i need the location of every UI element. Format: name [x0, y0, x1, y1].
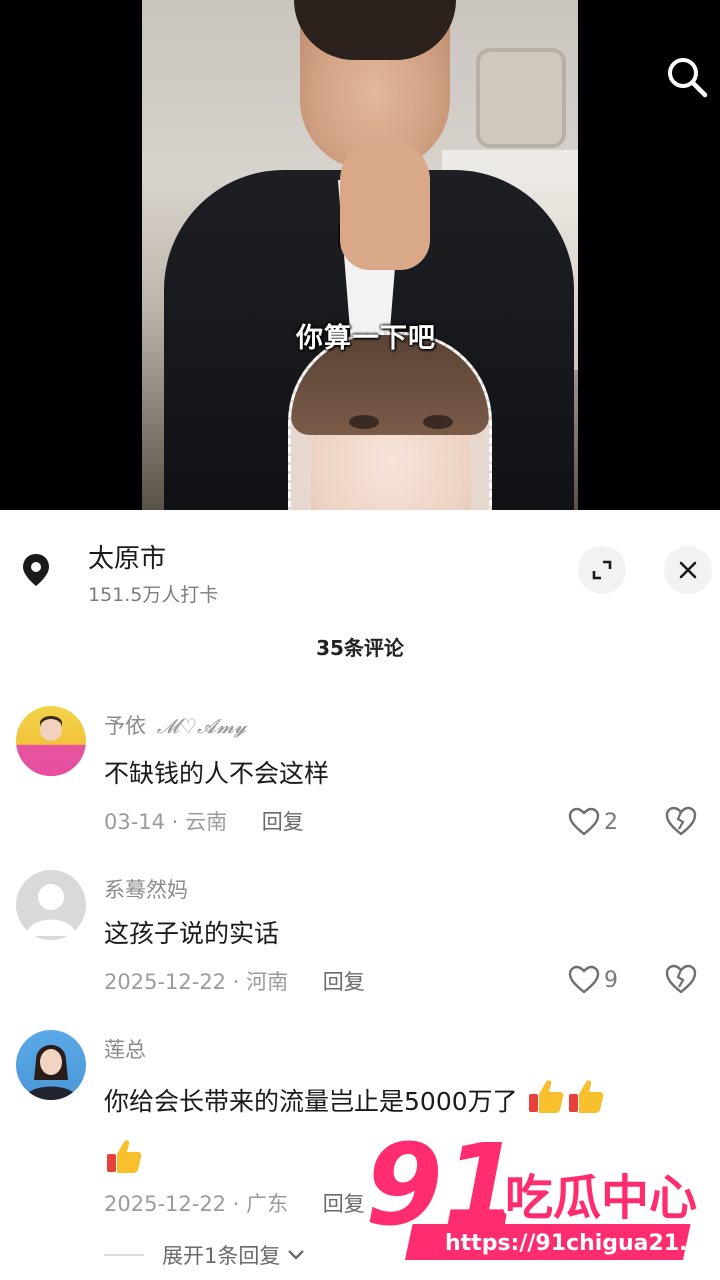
watermark-logo: 91 91 吃瓜中心 吃瓜中心 https://91chigua21.com — [360, 1116, 720, 1268]
broken-heart-icon — [665, 806, 697, 836]
thumbs-up-emoji — [104, 1136, 144, 1188]
comment-date: 2025-12-22 — [104, 1192, 227, 1216]
reply-button[interactable]: 回复 — [323, 1192, 365, 1216]
chevron-down-icon — [288, 1250, 305, 1260]
inset-left-eye — [349, 415, 379, 429]
thumbs-up-emoji — [566, 1076, 606, 1128]
comments-count: 35条评论 — [316, 636, 404, 660]
video-subtitle: 你算一下吧 — [296, 323, 436, 354]
like-button[interactable]: 9 — [568, 962, 628, 998]
location-checkin-count: 151.5万人打卡 — [88, 584, 219, 606]
like-count: 2 — [604, 809, 618, 835]
video-player[interactable]: 你算一下吧 — [0, 0, 720, 510]
person-hand — [340, 140, 430, 270]
reply-button[interactable]: 回复 — [262, 810, 304, 834]
avatar[interactable] — [16, 1030, 86, 1100]
comment-meta: 2025-12-22 · 河南 回复 — [104, 970, 365, 994]
comment-date: 03-14 — [104, 810, 166, 834]
comment-text-content: 你给会长带来的流量岂止是5000万了 — [104, 1087, 518, 1116]
search-icon[interactable] — [664, 54, 710, 100]
dislike-button[interactable] — [664, 963, 698, 997]
comment-meta: 03-14 · 云南 回复 — [104, 810, 304, 834]
location-pin-icon — [16, 550, 56, 590]
close-button[interactable] — [664, 546, 712, 594]
inset-right-eye — [423, 415, 453, 429]
comment-text: 不缺钱的人不会这样 — [104, 759, 330, 788]
heart-icon — [568, 807, 600, 836]
thumbs-up-emoji — [526, 1076, 566, 1128]
background-wall-panel — [476, 48, 566, 148]
video-frame — [142, 0, 578, 510]
comment-meta: 2025-12-22 · 广东 回复 — [104, 1192, 365, 1216]
broken-heart-icon — [665, 964, 697, 994]
reply-button[interactable]: 回复 — [323, 970, 365, 994]
expand-icon — [592, 560, 612, 580]
comment-author[interactable]: 系蓦然妈 — [104, 874, 188, 904]
heart-icon — [568, 965, 600, 994]
expand-button[interactable] — [578, 546, 626, 594]
divider — [104, 1254, 144, 1256]
inset-video-overlay — [288, 332, 492, 510]
comment-date: 2025-12-22 — [104, 970, 227, 994]
dislike-button[interactable] — [664, 805, 698, 839]
comment-author[interactable]: 莲总 — [104, 1034, 146, 1064]
comment-region: 广东 — [246, 1192, 289, 1216]
like-count: 9 — [604, 967, 618, 993]
comment-text: 这孩子说的实话 — [104, 919, 280, 948]
comment-region: 云南 — [185, 810, 228, 834]
comment-region: 河南 — [246, 970, 289, 994]
expand-replies-label: 展开1条回复 — [162, 1244, 281, 1268]
comment-author[interactable]: 予依 𝓜♡𝓐𝓶𝔂 — [104, 710, 247, 740]
expand-replies-button[interactable]: 展开1条回复 — [104, 1240, 306, 1270]
like-button[interactable]: 2 — [568, 804, 628, 840]
avatar[interactable] — [16, 706, 86, 776]
watermark-brand: 吃瓜中心 — [505, 1170, 697, 1226]
location-title[interactable]: 太原市 — [88, 538, 166, 575]
avatar[interactable] — [16, 870, 86, 940]
close-icon — [679, 561, 697, 579]
watermark-url: https://91chigua21.com — [445, 1231, 715, 1256]
